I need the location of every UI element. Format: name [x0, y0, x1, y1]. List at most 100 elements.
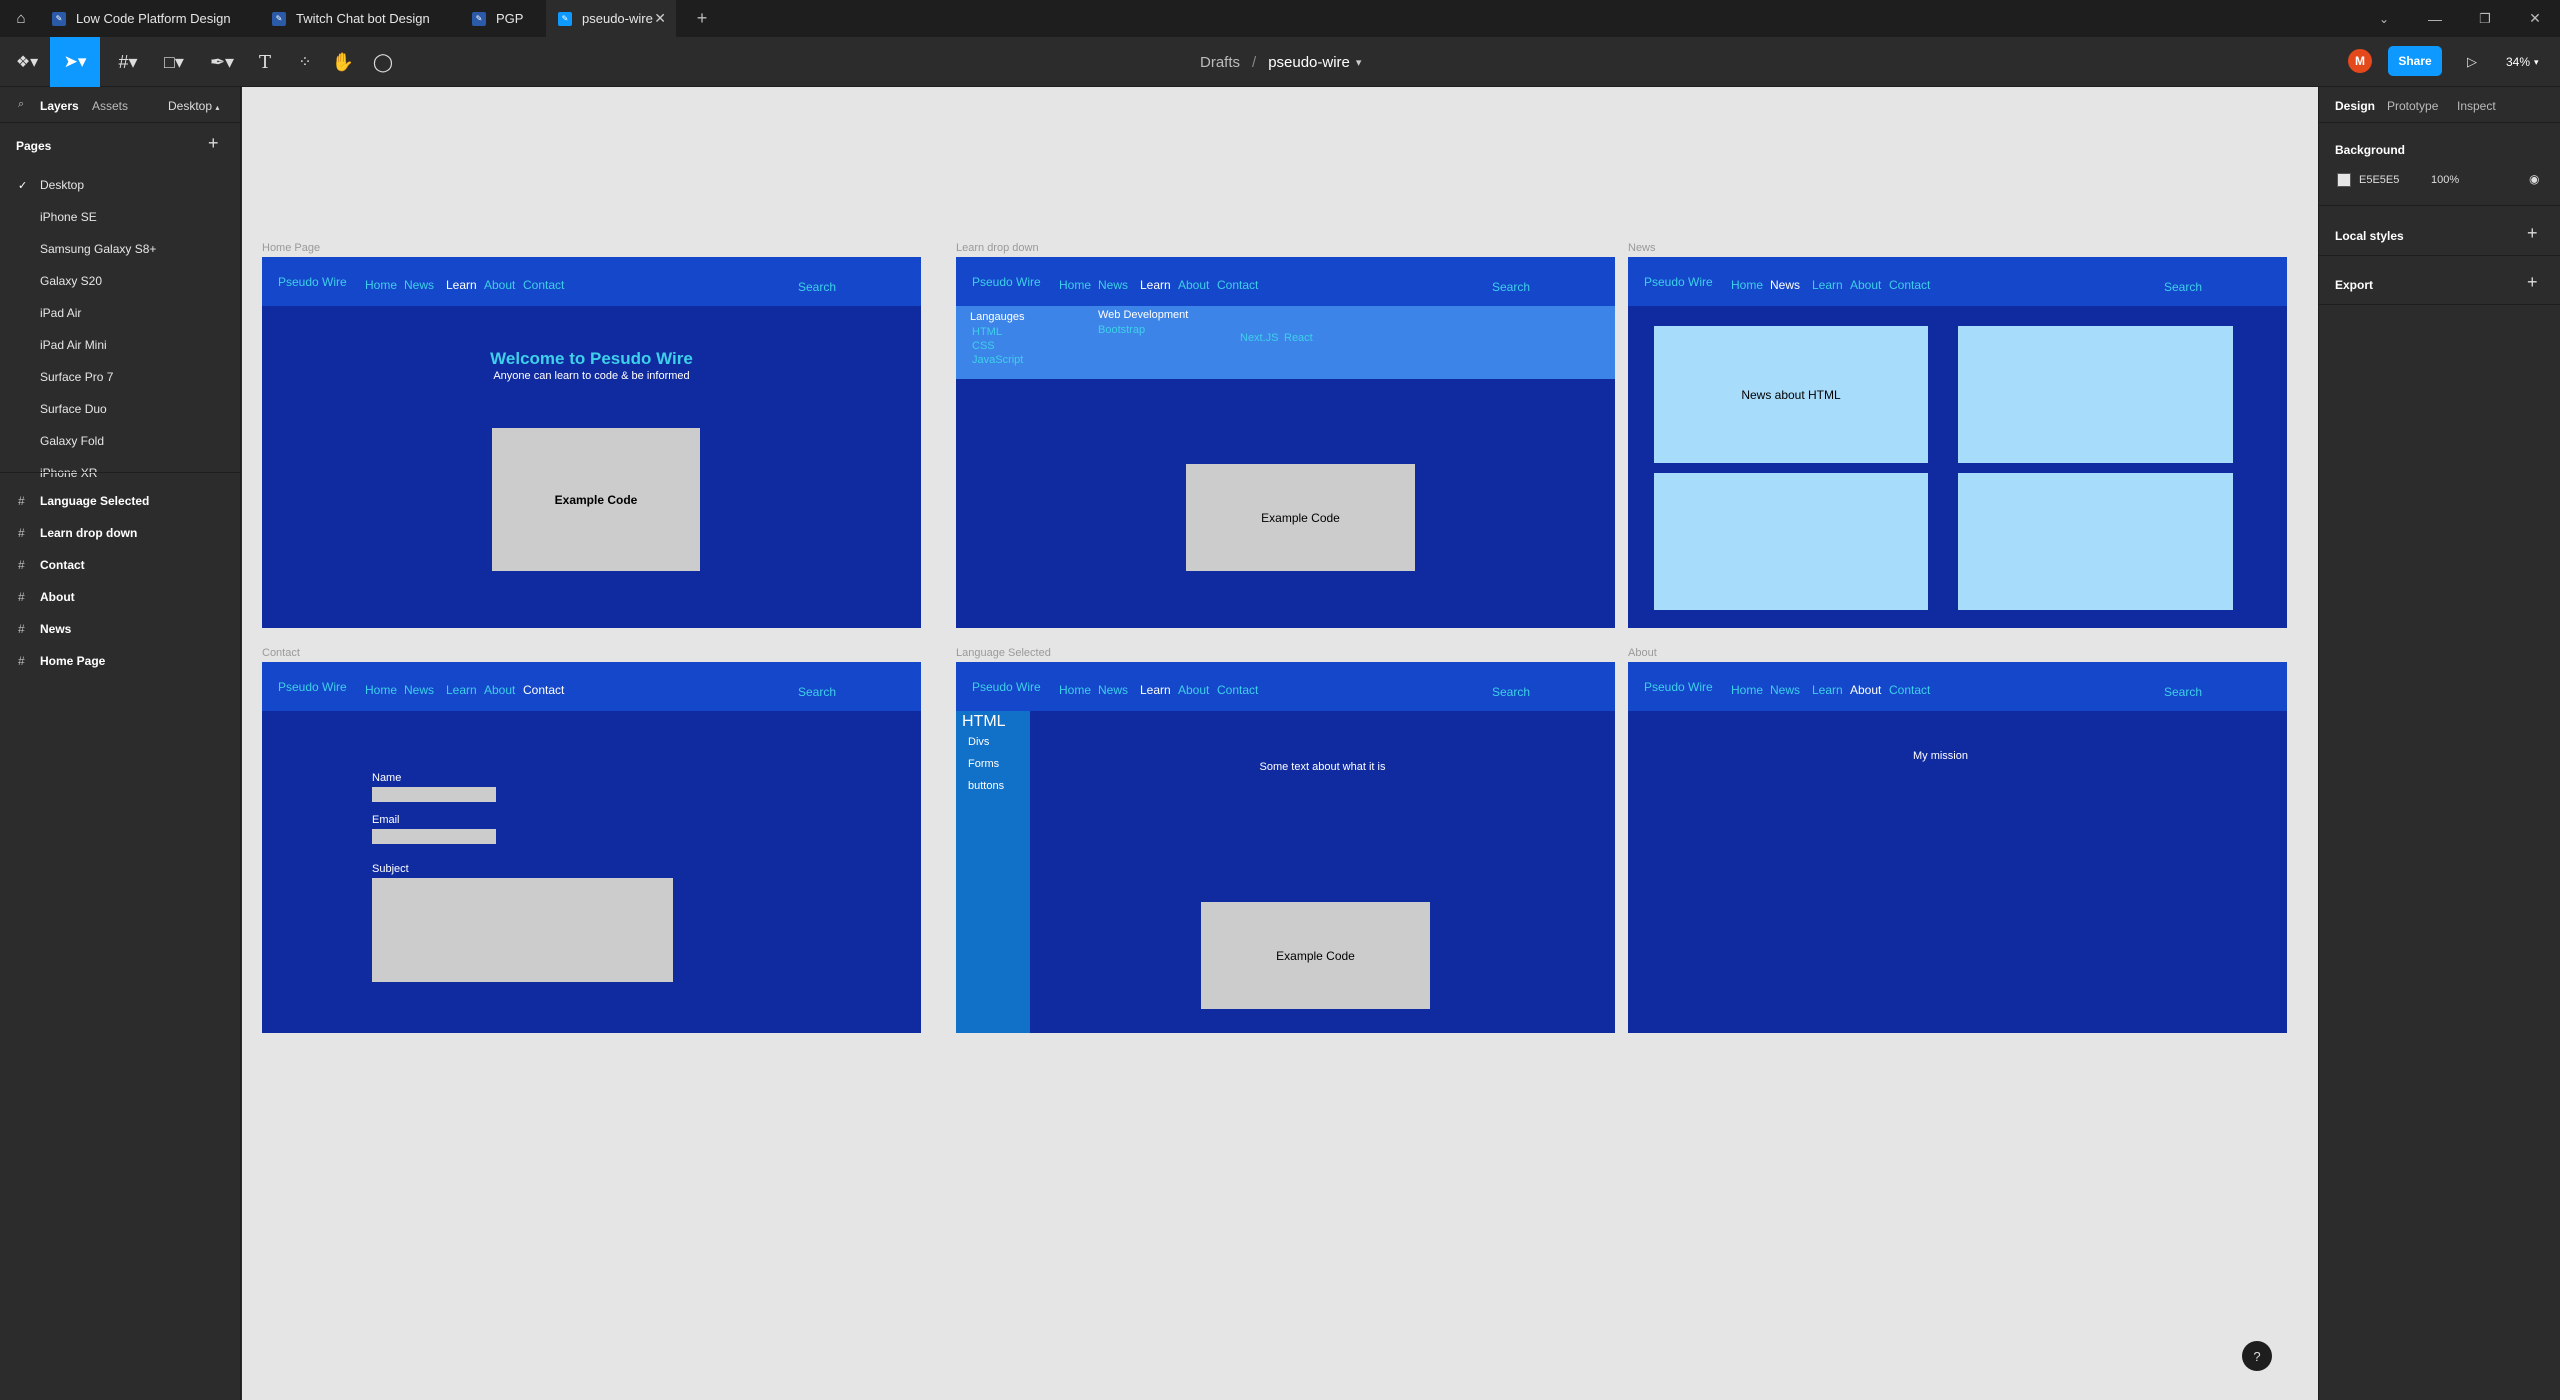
- topic-link[interactable]: Divs: [968, 736, 989, 748]
- nav-search[interactable]: Search: [798, 280, 836, 294]
- name-field[interactable]: [372, 787, 496, 802]
- nav-search[interactable]: Search: [798, 685, 836, 699]
- frame-about[interactable]: Pseudo Wire Home News Learn About Contac…: [1628, 662, 2287, 1033]
- chevron-down-icon[interactable]: ⌄: [2372, 0, 2396, 37]
- zoom-control[interactable]: 34% ▾: [2506, 37, 2539, 87]
- nav-news[interactable]: News: [404, 683, 434, 697]
- nav-learn[interactable]: Learn: [446, 683, 477, 697]
- breadcrumb-drafts[interactable]: Drafts: [1200, 54, 1240, 71]
- nav-brand[interactable]: Pseudo Wire: [278, 680, 347, 694]
- news-card[interactable]: [1654, 473, 1928, 610]
- nav-brand[interactable]: Pseudo Wire: [972, 275, 1041, 289]
- page-item[interactable]: ✓ Desktop: [0, 169, 240, 201]
- background-opacity[interactable]: 100%: [2431, 174, 2459, 186]
- lang-link[interactable]: CSS: [972, 340, 995, 352]
- page-item[interactable]: Galaxy Fold: [0, 425, 240, 457]
- nav-news[interactable]: News: [1770, 278, 1800, 292]
- home-icon[interactable]: ⌂: [8, 0, 34, 37]
- nav-contact[interactable]: Contact: [1889, 278, 1930, 292]
- layer-frame-item[interactable]: # Home Page: [0, 645, 240, 677]
- frame-contact[interactable]: Pseudo Wire Home News Learn About Contac…: [262, 662, 921, 1033]
- nav-home[interactable]: Home: [365, 278, 397, 292]
- page-item[interactable]: Samsung Galaxy S8+: [0, 233, 240, 265]
- nav-home[interactable]: Home: [1731, 278, 1763, 292]
- frame-home-page[interactable]: Pseudo Wire Home News Learn About Contac…: [262, 257, 921, 628]
- nav-home[interactable]: Home: [1731, 683, 1763, 697]
- page-item[interactable]: Galaxy S20: [0, 265, 240, 297]
- frame-tool-icon[interactable]: #▾: [110, 37, 146, 87]
- nav-news[interactable]: News: [1098, 683, 1128, 697]
- nav-brand[interactable]: Pseudo Wire: [278, 275, 347, 289]
- topic-link[interactable]: Forms: [968, 758, 999, 770]
- tab-prototype[interactable]: Prototype: [2387, 99, 2438, 113]
- subject-field[interactable]: [372, 878, 673, 982]
- help-icon[interactable]: ?: [2242, 1341, 2272, 1371]
- layer-frame-item[interactable]: # Contact: [0, 549, 240, 581]
- frame-label-news[interactable]: News: [1628, 242, 1656, 254]
- chevron-down-icon[interactable]: ▾: [1356, 56, 1362, 69]
- eye-icon[interactable]: ◉: [2529, 172, 2539, 186]
- nav-news[interactable]: News: [1098, 278, 1128, 292]
- nav-about[interactable]: About: [1178, 278, 1209, 292]
- layer-frame-item[interactable]: # News: [0, 613, 240, 645]
- pen-tool-icon[interactable]: ✒▾: [204, 37, 240, 87]
- layer-frame-item[interactable]: # About: [0, 581, 240, 613]
- nav-contact[interactable]: Contact: [1889, 683, 1930, 697]
- nav-news[interactable]: News: [404, 278, 434, 292]
- background-hex[interactable]: E5E5E5: [2359, 174, 2399, 186]
- text-tool-icon[interactable]: T: [250, 37, 280, 87]
- nav-brand[interactable]: Pseudo Wire: [1644, 275, 1713, 289]
- tab-pseudo-wire[interactable]: ✎ pseudo-wire ✕: [546, 0, 676, 37]
- frame-news[interactable]: Pseudo Wire Home News Learn About Contac…: [1628, 257, 2287, 628]
- restore-icon[interactable]: ❐: [2470, 0, 2500, 37]
- nav-contact[interactable]: Contact: [1217, 278, 1258, 292]
- present-play-icon[interactable]: ▷: [2460, 37, 2484, 87]
- nav-about[interactable]: About: [1850, 683, 1881, 697]
- nav-home[interactable]: Home: [1059, 683, 1091, 697]
- nav-contact[interactable]: Contact: [1217, 683, 1258, 697]
- nav-about[interactable]: About: [1850, 278, 1881, 292]
- nav-learn[interactable]: Learn: [1140, 278, 1171, 292]
- tab-inspect[interactable]: Inspect: [2457, 99, 2496, 113]
- file-name[interactable]: pseudo-wire: [1268, 54, 1350, 71]
- tab-pgp[interactable]: ✎ PGP: [458, 0, 554, 37]
- email-field[interactable]: [372, 829, 496, 844]
- nav-learn[interactable]: Learn: [1812, 278, 1843, 292]
- comment-tool-icon[interactable]: ◯: [368, 37, 398, 87]
- tab-design[interactable]: Design: [2335, 99, 2375, 113]
- lang-link[interactable]: JavaScript: [972, 354, 1023, 366]
- add-page-icon[interactable]: +: [208, 133, 219, 154]
- page-item[interactable]: iPad Air Mini: [0, 329, 240, 361]
- framework-link[interactable]: React: [1284, 332, 1313, 344]
- frame-label-about[interactable]: About: [1628, 647, 1657, 659]
- nav-contact[interactable]: Contact: [523, 683, 564, 697]
- page-item[interactable]: Surface Duo: [0, 393, 240, 425]
- framework-link[interactable]: Next.JS: [1240, 332, 1279, 344]
- search-icon[interactable]: ⌕: [18, 98, 24, 111]
- frame-label-learn[interactable]: Learn drop down: [956, 242, 1039, 254]
- frame-label-language[interactable]: Language Selected: [956, 647, 1051, 659]
- news-card[interactable]: [1958, 326, 2233, 463]
- nav-about[interactable]: About: [1178, 683, 1209, 697]
- close-tab-icon[interactable]: ✕: [654, 10, 666, 27]
- nav-about[interactable]: About: [484, 278, 515, 292]
- nav-brand[interactable]: Pseudo Wire: [1644, 680, 1713, 694]
- nav-learn[interactable]: Learn: [1812, 683, 1843, 697]
- frame-label-contact[interactable]: Contact: [262, 647, 300, 659]
- nav-learn[interactable]: Learn: [446, 278, 477, 292]
- topic-link[interactable]: buttons: [968, 780, 1004, 792]
- shape-tool-icon[interactable]: □▾: [156, 37, 192, 87]
- page-item[interactable]: iPad Air: [0, 297, 240, 329]
- minimize-icon[interactable]: —: [2420, 0, 2450, 37]
- frame-label-home[interactable]: Home Page: [262, 242, 320, 254]
- share-button[interactable]: Share: [2388, 46, 2442, 76]
- add-export-icon[interactable]: +: [2527, 272, 2538, 293]
- nav-search[interactable]: Search: [2164, 280, 2202, 294]
- lang-link[interactable]: HTML: [972, 326, 1002, 338]
- nav-home[interactable]: Home: [365, 683, 397, 697]
- nav-search[interactable]: Search: [2164, 685, 2202, 699]
- background-swatch[interactable]: [2337, 173, 2351, 187]
- page-item[interactable]: iPhone SE: [0, 201, 240, 233]
- nav-search[interactable]: Search: [1492, 280, 1530, 294]
- frame-language-selected[interactable]: Pseudo Wire Home News Learn About Contac…: [956, 662, 1615, 1033]
